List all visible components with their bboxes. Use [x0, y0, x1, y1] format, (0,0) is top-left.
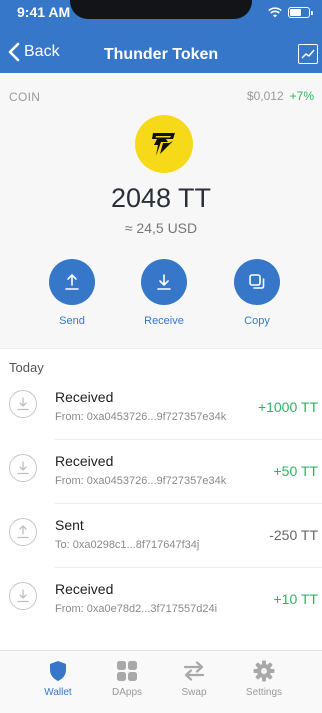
receive-icon — [157, 274, 171, 290]
transaction-type: Received — [55, 389, 114, 405]
send-icon — [9, 518, 37, 546]
copy-label: Copy — [244, 315, 270, 327]
device-notch — [70, 0, 252, 19]
tab-wallet[interactable]: Wallet — [24, 658, 92, 698]
transaction-type: Sent — [55, 517, 84, 533]
transaction-list: Received From: 0xa0453726...9f727357e34k… — [0, 376, 322, 632]
coin-price: $0,012 +7% — [247, 89, 314, 103]
gear-icon — [253, 660, 275, 682]
tab-swap[interactable]: Swap — [160, 658, 228, 698]
transaction-amount: +50 TT — [273, 463, 319, 479]
thunder-token-icon — [152, 133, 175, 156]
send-icon — [65, 274, 79, 290]
send-circle — [49, 259, 95, 305]
status-time: 9:41 AM — [17, 4, 71, 20]
transaction-amount: +1000 TT — [257, 399, 318, 415]
tab-label: Swap — [181, 687, 207, 698]
transaction-amount: +10 TT — [273, 591, 319, 607]
transaction-type: Received — [55, 581, 114, 597]
receive-label: Receive — [144, 315, 184, 327]
action-buttons: Send Receive Copy — [0, 259, 322, 339]
transaction-row[interactable]: Received From: 0xa0e78d2...3f717557d24i … — [0, 568, 322, 632]
transaction-row[interactable]: Received From: 0xa0453726...9f727357e34k… — [0, 376, 322, 440]
thunder-token-logo — [135, 115, 193, 173]
tab-dapps[interactable]: DApps — [93, 658, 161, 698]
transaction-address: From: 0xa0453726...9f727357e34k — [55, 475, 227, 487]
receive-circle — [141, 259, 187, 305]
tab-settings[interactable]: Settings — [230, 658, 298, 698]
transaction-row[interactable]: Received From: 0xa0453726...9f727357e34k… — [0, 440, 322, 504]
shield-icon — [50, 661, 66, 681]
coin-price-change: +7% — [289, 89, 314, 103]
transaction-address: From: 0xa0e78d2...3f717557d24i — [55, 603, 218, 615]
status-bar: 9:41 AM — [0, 0, 322, 26]
tab-label: Settings — [245, 687, 283, 698]
page-title: Thunder Token — [103, 46, 219, 63]
transaction-address: From: 0xa0453726...9f727357e34k — [55, 411, 227, 423]
copy-circle — [234, 259, 280, 305]
tab-bar: Wallet DApps Swap Settings — [0, 650, 322, 713]
grid-icon — [117, 661, 137, 681]
nav-bar: Back Thunder Token — [0, 38, 322, 72]
copy-button[interactable]: Copy — [222, 259, 292, 327]
transaction-amount: -250 TT — [269, 527, 318, 543]
receive-icon — [9, 390, 37, 418]
receive-icon — [9, 454, 37, 482]
chart-icon — [301, 49, 315, 59]
battery-icon — [288, 7, 313, 18]
status-icons — [268, 7, 313, 18]
transactions-date-header: Today — [9, 360, 44, 375]
tab-label: Wallet — [44, 687, 72, 698]
wifi-icon — [268, 7, 282, 18]
coin-price-value: $0,012 — [246, 89, 284, 103]
send-button[interactable]: Send — [37, 259, 107, 327]
transaction-row[interactable]: Sent To: 0xa0298c1...8f717647f34j -250 T… — [0, 504, 322, 568]
coin-type-label: COIN — [9, 90, 41, 104]
transaction-address: To: 0xa0298c1...8f717647f34j — [55, 539, 200, 551]
receive-button[interactable]: Receive — [129, 259, 199, 327]
tab-label: DApps — [111, 687, 142, 698]
transaction-type: Received — [55, 453, 114, 469]
send-label: Send — [59, 315, 85, 327]
swap-icon — [183, 661, 205, 681]
app-header: 9:41 AM Back Thunder Token — [0, 0, 322, 73]
receive-icon — [9, 582, 37, 610]
balance-usd-value: ≈ 24,5 USD — [124, 220, 198, 236]
copy-icon — [249, 274, 265, 289]
price-chart-button[interactable] — [298, 44, 318, 64]
section-divider — [0, 348, 322, 349]
token-balance: 2048 TT — [110, 183, 212, 213]
coin-summary: COIN $0,012 +7% 2048 TT ≈ 24,5 USD Send — [0, 73, 322, 348]
